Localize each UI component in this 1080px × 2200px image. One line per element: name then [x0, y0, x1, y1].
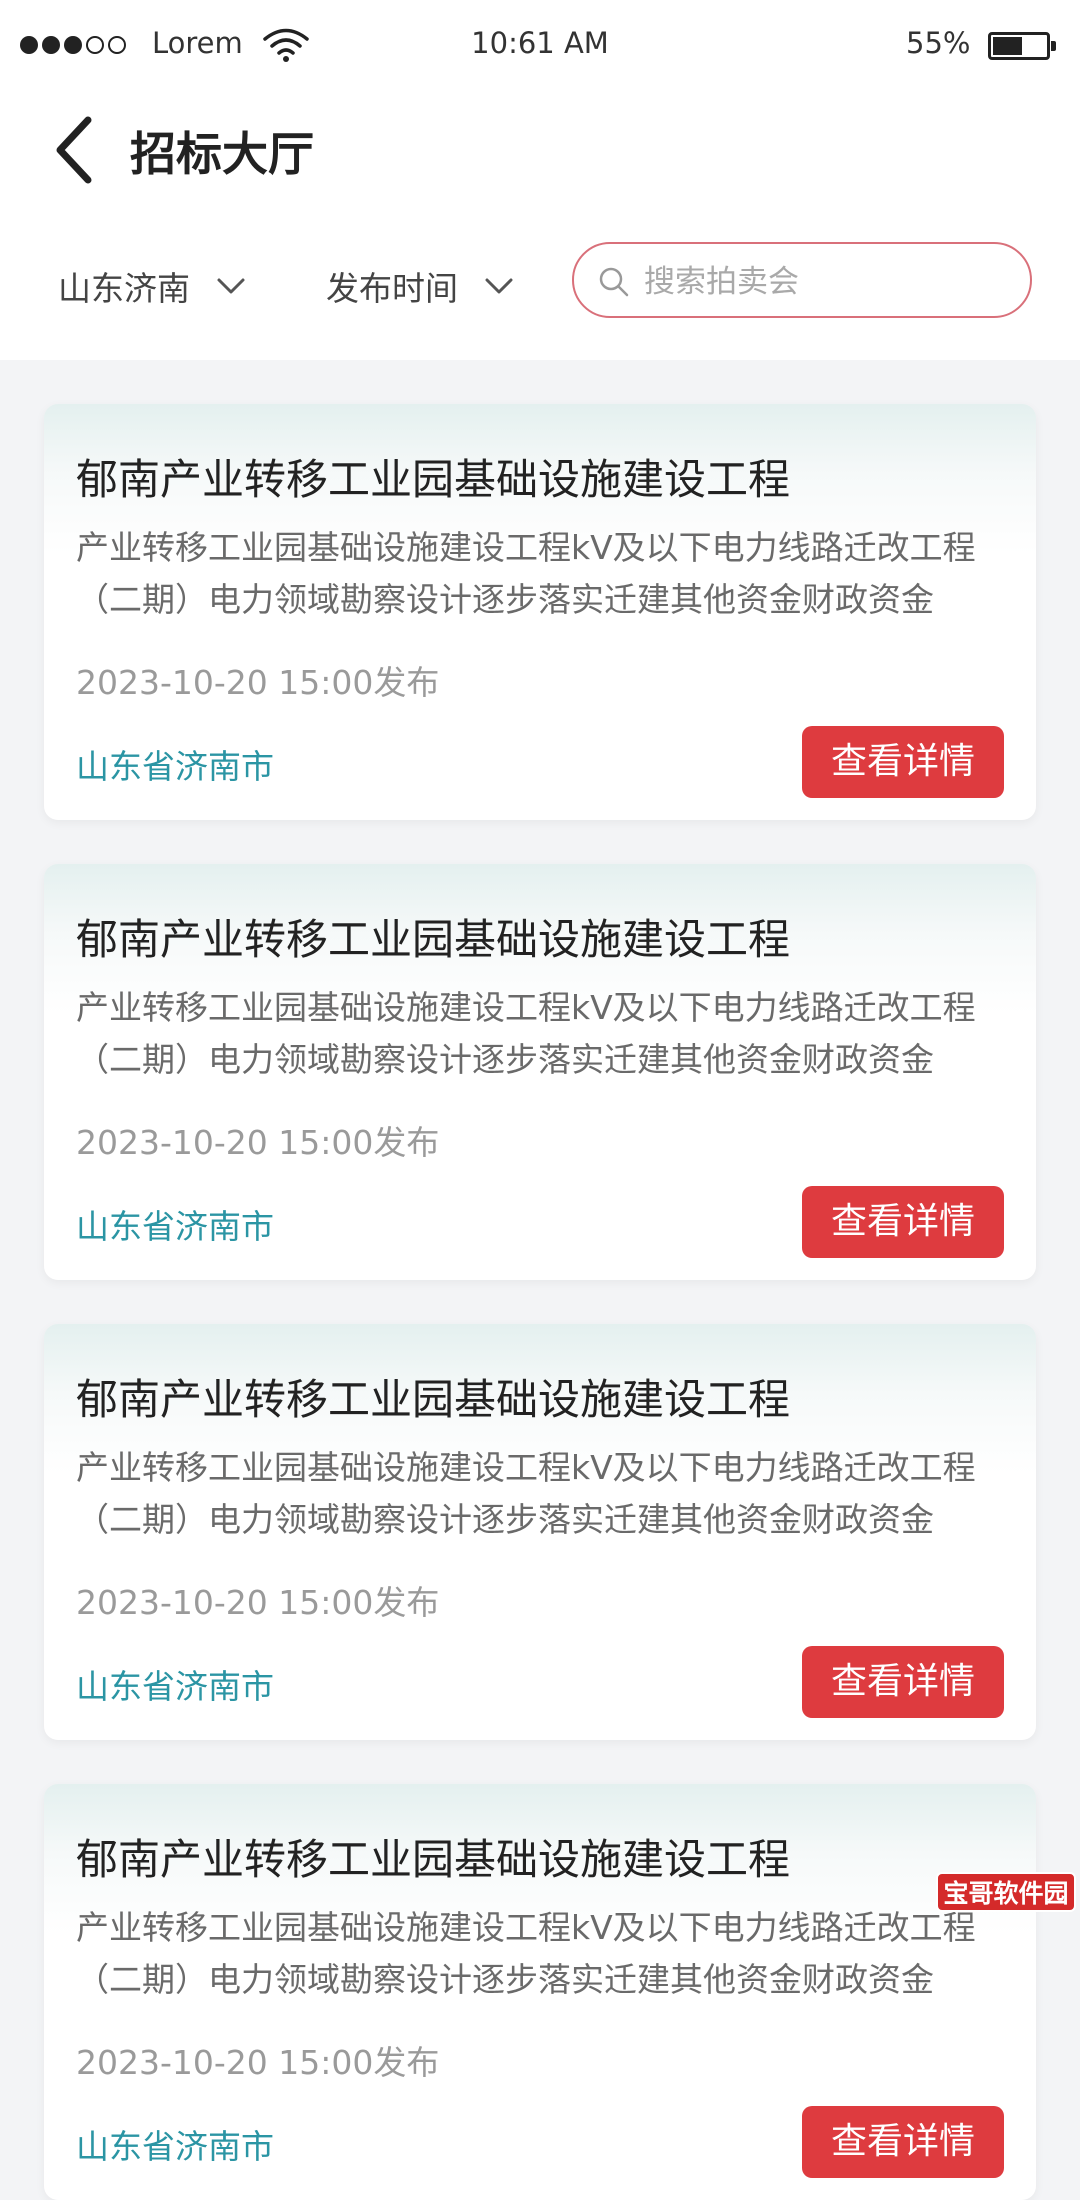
view-details-button[interactable]: 查看详情 [802, 1646, 1004, 1718]
card-location: 山东省济南市 [76, 747, 274, 786]
tender-card[interactable]: 郁南产业转移工业园基础设施建设工程 产业转移工业园基础设施建设工程kV及以下电力… [44, 864, 1036, 1280]
card-date: 2023-10-20 15:00发布 [76, 663, 440, 702]
view-details-button[interactable]: 查看详情 [802, 2106, 1004, 2178]
region-filter-label: 山东济南 [58, 269, 190, 308]
card-title: 郁南产业转移工业园基础设施建设工程 [76, 1835, 791, 1884]
card-title: 郁南产业转移工业园基础设施建设工程 [76, 1375, 791, 1424]
battery-icon [988, 32, 1056, 60]
time-filter[interactable]: 发布时间 [326, 262, 514, 310]
tender-card[interactable]: 郁南产业转移工业园基础设施建设工程 产业转移工业园基础设施建设工程kV及以下电力… [44, 1784, 1036, 2200]
search-box[interactable] [572, 242, 1032, 318]
card-title: 郁南产业转移工业园基础设施建设工程 [76, 455, 791, 504]
card-description: 产业转移工业园基础设施建设工程kV及以下电力线路迁改工程（二期）电力领域勘察设计… [76, 1448, 976, 1539]
card-date: 2023-10-20 15:00发布 [76, 2043, 440, 2082]
chevron-left-icon[interactable] [48, 110, 108, 190]
card-title: 郁南产业转移工业园基础设施建设工程 [76, 915, 791, 964]
card-description: 产业转移工业园基础设施建设工程kV及以下电力线路迁改工程（二期）电力领域勘察设计… [76, 988, 976, 1079]
search-icon [599, 267, 629, 297]
view-details-button[interactable]: 查看详情 [802, 726, 1004, 798]
card-description: 产业转移工业园基础设施建设工程kV及以下电力线路迁改工程（二期）电力领域勘察设计… [76, 1908, 976, 1999]
tender-card[interactable]: 郁南产业转移工业园基础设施建设工程 产业转移工业园基础设施建设工程kV及以下电力… [44, 404, 1036, 820]
card-location: 山东省济南市 [76, 1207, 274, 1246]
top-panel: Lorem 10:61 AM 55% 招标大厅 山东济南 发布时间 [0, 0, 1080, 360]
card-location: 山东省济南市 [76, 2127, 274, 2166]
tender-card[interactable]: 郁南产业转移工业园基础设施建设工程 产业转移工业园基础设施建设工程kV及以下电力… [44, 1324, 1036, 1740]
card-description: 产业转移工业园基础设施建设工程kV及以下电力线路迁改工程（二期）电力领域勘察设计… [76, 528, 976, 619]
time-filter-label: 发布时间 [326, 269, 458, 308]
region-filter[interactable]: 山东济南 [58, 262, 246, 310]
watermark-logo: 宝哥软件园 [936, 1872, 1076, 1912]
card-date: 2023-10-20 15:00发布 [76, 1583, 440, 1622]
chevron-down-icon [217, 278, 245, 294]
card-date: 2023-10-20 15:00发布 [76, 1123, 440, 1162]
page-title: 招标大厅 [130, 127, 314, 181]
battery-percent: 55% [906, 26, 971, 60]
card-location: 山东省济南市 [76, 1667, 274, 1706]
chevron-down-icon [485, 278, 513, 294]
search-input[interactable] [642, 254, 1016, 310]
view-details-button[interactable]: 查看详情 [802, 1186, 1004, 1258]
status-bar: Lorem 10:61 AM 55% [0, 0, 1080, 92]
